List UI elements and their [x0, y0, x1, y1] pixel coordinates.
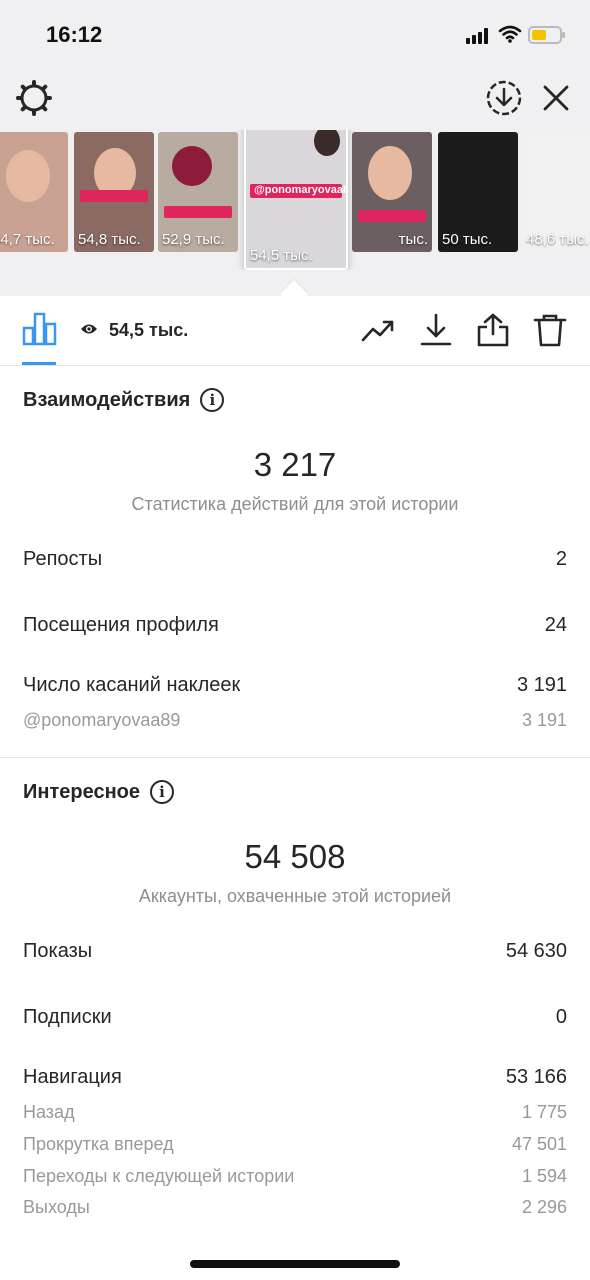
interactions-total: 3 217 [253, 446, 337, 483]
settings-gear-icon[interactable] [14, 78, 54, 118]
stat-label: Число касаний наклеек [23, 674, 241, 696]
story-views: 50 тыс. [442, 231, 493, 248]
stat-row-impressions: Показы 54 630 [23, 940, 567, 963]
story-views: 54,8 тыс. [78, 231, 141, 248]
stat-row-sticker-mention[interactable]: @ponomaryovaa89 3 191 [23, 710, 567, 731]
stat-value: 47 501 [511, 1134, 567, 1154]
interactions-subtitle: Статистика действий для этой истории [131, 494, 459, 514]
story-thumbnail-active[interactable]: @ponomaryovaa89 54,5 тыс. [244, 130, 348, 270]
status-bar: 16:12 [0, 0, 590, 70]
stat-row-navigation: Навигация 53 166 [23, 1066, 567, 1089]
stat-value: 2 296 [521, 1197, 567, 1217]
story-views-count: 54,5 тыс. [109, 320, 189, 340]
battery-icon [528, 26, 565, 44]
story-thumbnail[interactable]: 52,9 тыс. [158, 132, 238, 252]
stat-value: 2 [555, 548, 567, 570]
stat-row-profile-visits: Посещения профиля 24 [23, 614, 567, 637]
story-thumbnail[interactable]: 54,8 тыс. [74, 132, 154, 252]
stat-row-reposts: Репосты 2 [23, 548, 567, 571]
stat-value: 24 [544, 614, 567, 636]
discovery-title: Интересное [23, 780, 140, 803]
stat-row-sticker-taps: Число касаний наклеек 3 191 [23, 674, 567, 697]
stat-value: 54 630 [505, 940, 567, 962]
signal-icon [466, 28, 490, 44]
stat-row-follows: Подписки 0 [23, 1006, 567, 1029]
stat-label: Репосты [23, 548, 103, 570]
stat-value: 1 775 [521, 1102, 567, 1122]
close-icon[interactable] [538, 80, 574, 116]
stat-label: Назад [23, 1102, 75, 1122]
stat-value: 3 191 [521, 710, 567, 730]
insights-toolbar: 54,5 тыс. [0, 296, 590, 366]
stat-row-exits: Выходы 2 296 [23, 1197, 567, 1218]
stat-value: 53 166 [505, 1066, 567, 1088]
interactions-title: Взаимодействия [23, 388, 191, 411]
save-story-icon[interactable] [484, 78, 524, 118]
promote-trend-icon[interactable] [360, 312, 396, 348]
status-time: 16:12 [46, 22, 103, 47]
insights-bars-icon[interactable] [22, 310, 58, 346]
section-divider [0, 757, 590, 758]
download-icon[interactable] [418, 312, 454, 348]
trash-icon[interactable] [532, 312, 568, 348]
stat-label: Выходы [23, 1197, 90, 1217]
home-indicator[interactable] [190, 1260, 400, 1268]
story-views: 54,5 тыс. [250, 247, 313, 264]
story-thumbnail[interactable]: 54,7 тыс. [0, 132, 68, 252]
story-views: 54,7 тыс. [0, 231, 55, 248]
active-tab-indicator [22, 362, 56, 365]
story-thumbnail[interactable]: 50 тыс. [438, 132, 518, 252]
discovery-heading: Интересное i [23, 780, 174, 804]
stat-row-forward: Прокрутка вперед 47 501 [23, 1134, 567, 1155]
stat-label: @ponomaryovaa89 [23, 710, 181, 730]
info-icon[interactable]: i [200, 388, 225, 412]
share-icon[interactable] [475, 312, 511, 348]
stat-label: Подписки [23, 1006, 112, 1028]
stat-label: Показы [23, 940, 93, 962]
wifi-icon [498, 25, 522, 43]
story-views: тыс. [398, 231, 428, 248]
story-header: 16:12 4,7 тыс. 54,8 тыс. 52,9 тыс. @pono… [0, 0, 590, 309]
stat-label: Навигация [23, 1066, 122, 1088]
stat-label: Переходы к следующей истории [23, 1166, 295, 1186]
stat-value: 1 594 [521, 1166, 567, 1186]
stat-value: 0 [555, 1006, 567, 1028]
discovery-total: 54 508 [244, 838, 346, 875]
story-views: 48,6 тыс. [526, 231, 589, 248]
info-icon[interactable]: i [150, 780, 174, 804]
stat-label: Посещения профиля [23, 614, 219, 636]
eye-icon [81, 324, 97, 334]
stat-row-next-story: Переходы к следующей истории 1 594 [23, 1166, 567, 1187]
interactions-heading: Взаимодействия i [23, 388, 225, 412]
story-thumbnails: 54,7 тыс. 54,8 тыс. 52,9 тыс. @ponomaryo… [0, 130, 590, 270]
stat-label: Прокрутка вперед [23, 1134, 174, 1154]
discovery-subtitle: Аккаунты, охваченные этой историей [138, 886, 452, 906]
stat-row-back: Назад 1 775 [23, 1102, 567, 1123]
story-views: 52,9 тыс. [162, 231, 225, 248]
stat-value: 3 191 [516, 674, 567, 696]
story-thumbnail[interactable]: 48,6 тыс. [522, 132, 590, 252]
story-handle: @ponomaryovaa89 [254, 184, 348, 196]
story-thumbnail[interactable]: тыс. [352, 132, 432, 252]
